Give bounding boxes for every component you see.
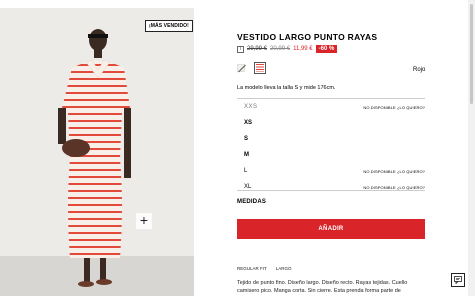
color-swatch-selected[interactable]	[254, 62, 266, 74]
tag-fit: REGULAR FIT	[237, 266, 267, 271]
size-label: S	[244, 136, 249, 142]
product-tags: REGULAR FIT LARGO	[237, 266, 292, 271]
size-label: L	[244, 168, 248, 174]
size-option-s[interactable]: S	[237, 131, 425, 147]
color-selector	[237, 62, 266, 74]
model-illustration	[0, 8, 194, 296]
add-to-cart-button[interactable]: AÑADIR	[237, 219, 425, 239]
product-photo[interactable]: ¡MÁS VENDIDO! +	[0, 8, 194, 296]
size-list-divider	[237, 190, 425, 191]
info-icon[interactable]: i	[237, 45, 244, 53]
size-label: M	[244, 152, 249, 158]
size-status[interactable]: NO DISPONIBLE ¿LO QUIERO?	[363, 185, 425, 190]
size-label: XXS	[244, 104, 258, 110]
size-option-xxs[interactable]: XXS NO DISPONIBLE ¿LO QUIERO?	[237, 99, 425, 115]
tag-length: LARGO	[275, 266, 292, 271]
model-info: La modelo lleva la talla S y mide 176cm.	[237, 85, 336, 91]
size-label: XS	[244, 120, 253, 126]
size-status[interactable]: NO DISPONIBLE ¿LO QUIERO?	[363, 169, 425, 174]
price-row: i 29,99 € 20,99 € 11,99 € -60 %	[237, 45, 338, 53]
chat-bubble-icon	[454, 276, 462, 285]
chat-icon[interactable]	[451, 273, 465, 287]
zoom-plus-icon[interactable]: +	[136, 213, 152, 229]
size-option-xl[interactable]: XL NO DISPONIBLE ¿LO QUIERO?	[237, 179, 425, 190]
selected-color-name: Rojo	[413, 67, 426, 73]
discount-badge: -60 %	[315, 45, 338, 53]
measures-link[interactable]: MEDIDAS	[237, 199, 266, 205]
price-original: 29,99 €	[247, 46, 268, 52]
size-option-xs[interactable]: XS	[237, 115, 425, 131]
color-swatch-unavailable[interactable]	[237, 64, 245, 72]
product-title: VESTIDO LARGO PUNTO RAYAS	[237, 32, 378, 42]
price-previous: 20,99 €	[270, 46, 291, 52]
product-description: Tejido de punto fino. Diseño largo. Dise…	[237, 280, 408, 294]
size-option-l[interactable]: L NO DISPONIBLE ¿LO QUIERO?	[237, 163, 425, 179]
size-list: XXS NO DISPONIBLE ¿LO QUIERO? XS S M L N…	[237, 98, 425, 190]
size-option-m[interactable]: M	[237, 147, 425, 163]
bestseller-badge: ¡MÁS VENDIDO!	[145, 20, 193, 32]
price-sale: 11,99 €	[293, 46, 313, 52]
size-status[interactable]: NO DISPONIBLE ¿LO QUIERO?	[363, 105, 425, 110]
scrollbar-thumb[interactable]	[470, 4, 473, 104]
